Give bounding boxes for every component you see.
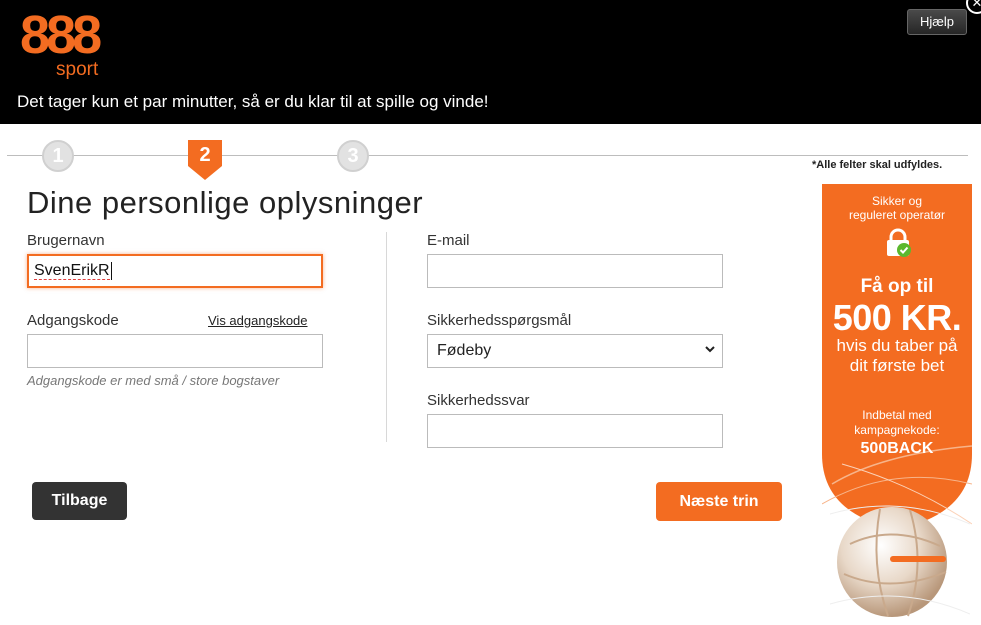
step-3-indicator: 3 <box>337 140 369 172</box>
back-button[interactable]: Tilbage <box>32 482 127 520</box>
security-question-value: Fødeby <box>437 342 492 359</box>
username-input[interactable]: SvenErikR <box>27 254 323 288</box>
show-password-link[interactable]: Vis adgangskode <box>208 313 308 329</box>
text-caret <box>110 261 112 280</box>
promo-up-to: Få op til <box>860 276 934 297</box>
padlock-check-icon <box>887 228 911 257</box>
promo-lose-line2: dit første bet <box>849 356 945 375</box>
promo-deposit-text: Indbetal med kampagnekode: <box>822 408 972 438</box>
logo-number: 888 <box>20 5 102 65</box>
password-input[interactable] <box>27 334 323 368</box>
promo-safe-line1: Sikker og <box>871 194 923 208</box>
logo-sub: sport <box>56 59 99 80</box>
next-step-button[interactable]: Næste trin <box>656 482 782 521</box>
promo-banner[interactable]: Sikker og reguleret operatør Få op til 5… <box>822 184 972 625</box>
header-tagline: Det tager kun et par minutter, så er du … <box>17 92 489 111</box>
promo-safe-text: Sikker og reguleret operatør <box>822 194 972 222</box>
logo-888sport: 888 sport <box>20 6 120 86</box>
security-question-select[interactable]: Fødeby <box>427 334 723 368</box>
password-label: Adgangskode <box>27 312 119 329</box>
promo-deposit-line1: Indbetal med <box>862 408 932 422</box>
username-label: Brugernavn <box>27 232 105 249</box>
page-title: Dine personlige oplysninger <box>27 185 424 220</box>
promo-code: 500BACK <box>860 440 934 457</box>
username-value: SvenErikR <box>34 262 110 280</box>
registration-page: 888 sport Det tager kun et par minutter,… <box>0 0 981 625</box>
step-1-indicator: 1 <box>42 140 74 172</box>
promo-lose-text: hvis du taber på dit første bet <box>822 336 972 376</box>
close-icon[interactable]: ✕ <box>966 0 981 14</box>
step-2-indicator-active: 2 <box>188 140 222 180</box>
step-2-number: 2 <box>199 144 211 166</box>
email-label: E-mail <box>427 232 470 249</box>
football-icon <box>830 505 970 617</box>
security-question-label: Sikkerhedsspørgsmål <box>427 312 572 329</box>
required-fields-note: *Alle felter skal udfyldes. <box>812 159 943 171</box>
header: 888 sport Det tager kun et par minutter,… <box>0 0 981 124</box>
step-progress-line <box>7 155 968 156</box>
security-answer-input[interactable] <box>427 414 723 448</box>
email-input[interactable] <box>427 254 723 288</box>
help-button[interactable]: Hjælp <box>907 9 967 35</box>
promo-safe-line2: reguleret operatør <box>848 208 946 222</box>
column-divider <box>386 232 387 442</box>
promo-deposit-line2: kampagnekode: <box>854 423 940 437</box>
security-answer-label: Sikkerhedssvar <box>427 392 530 409</box>
chevron-down-icon <box>704 335 716 367</box>
promo-amount: 500 KR. <box>832 297 962 338</box>
promo-lose-line1: hvis du taber på <box>836 336 958 355</box>
password-hint: Adgangskode er med små / store bogstaver <box>27 373 280 388</box>
